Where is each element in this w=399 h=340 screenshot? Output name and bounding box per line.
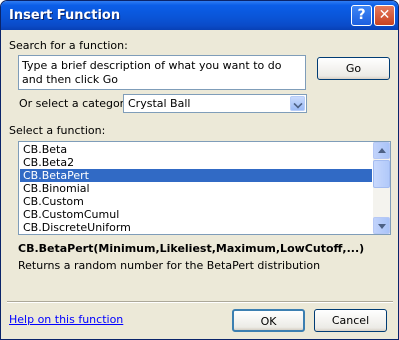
ok-button[interactable]: OK <box>232 309 305 332</box>
help-on-function-link[interactable]: Help on this function <box>9 313 123 326</box>
divider <box>7 301 393 303</box>
function-list-label: Select a function: <box>9 124 106 137</box>
category-select[interactable]: Crystal Ball <box>123 94 307 113</box>
close-icon[interactable]: ✕ <box>374 5 395 26</box>
function-description: Returns a random number for the BetaPert… <box>18 259 321 272</box>
search-input[interactable]: Type a brief description of what you wan… <box>18 55 306 90</box>
scroll-thumb[interactable] <box>373 160 390 188</box>
category-label: Or select a category: <box>19 97 134 110</box>
scroll-down-arrow-icon[interactable] <box>373 217 390 234</box>
search-label: Search for a function: <box>9 39 128 52</box>
function-list-item[interactable]: CB.DiscreteUniform <box>20 221 372 234</box>
function-list-item[interactable]: CB.Beta2 <box>20 156 372 169</box>
scroll-up-arrow-icon[interactable] <box>373 142 390 159</box>
function-list-item[interactable]: CB.CustomCumul <box>20 208 372 221</box>
function-list-item[interactable]: CB.Binomial <box>20 182 372 195</box>
window-title: Insert Function <box>9 8 121 23</box>
cancel-button[interactable]: Cancel <box>314 309 387 332</box>
title-bar: Insert Function ? ✕ <box>1 1 398 30</box>
chevron-down-icon[interactable] <box>290 96 305 111</box>
category-value: Crystal Ball <box>128 97 191 110</box>
function-list-item[interactable]: CB.Beta <box>20 143 372 156</box>
function-list[interactable]: CB.Beta CB.Beta2 CB.BetaPert CB.Binomial CB.… <box>18 141 391 235</box>
go-button[interactable]: Go <box>317 57 390 80</box>
help-icon[interactable]: ? <box>351 5 372 26</box>
function-list-item[interactable]: CB.Custom <box>20 195 372 208</box>
function-signature: CB.BetaPert(Minimum,Likeliest,Maximum,Lo… <box>18 242 365 255</box>
function-list-items: CB.Beta CB.Beta2 CB.BetaPert CB.Binomial CB.… <box>20 143 372 234</box>
scrollbar[interactable] <box>373 142 390 234</box>
function-list-item[interactable]: CB.BetaPert <box>20 169 372 182</box>
insert-function-dialog: Insert Function ? ✕ Search for a functio… <box>0 0 399 340</box>
